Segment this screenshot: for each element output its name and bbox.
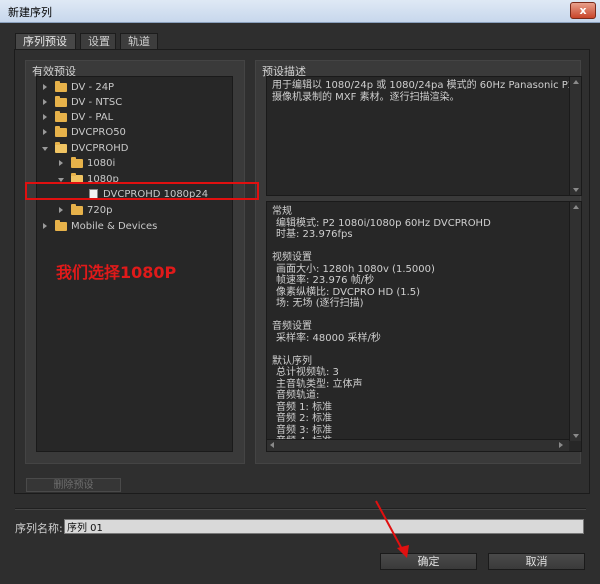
folder-icon xyxy=(55,96,67,107)
scroll-left-icon[interactable] xyxy=(270,442,274,448)
detail-line: 音频 2: 标准 xyxy=(276,413,333,424)
expand-arrow-icon[interactable] xyxy=(43,99,47,105)
tree-item-1080i[interactable]: 1080i xyxy=(37,156,232,171)
scroll-down-icon[interactable] xyxy=(573,434,579,438)
tree-item-720p[interactable]: 720p xyxy=(37,203,232,218)
divider xyxy=(15,508,586,510)
tree-item-mobile-devices[interactable]: Mobile & Devices xyxy=(37,219,232,234)
detail-line: 时基: 23.976fps xyxy=(276,229,353,240)
dialog-client: 序列预设 设置 轨道 有效预设 DV - 24P DV - NTSC DV - … xyxy=(0,23,600,584)
detail-line: 总计视频轨: 3 xyxy=(276,367,339,378)
detail-line: 音频轨道: xyxy=(276,390,320,401)
tree-item-dv-pal[interactable]: DV - PAL xyxy=(37,110,232,125)
close-button[interactable]: x xyxy=(570,2,596,19)
delete-preset-button[interactable]: 删除预设 xyxy=(26,478,121,492)
tree-item-dv-ntsc[interactable]: DV - NTSC xyxy=(37,95,232,110)
detail-line: 默认序列 xyxy=(272,355,312,367)
detail-line: 帧速率: 23.976 帧/秒 xyxy=(276,275,375,286)
detail-line: 常规 xyxy=(272,206,292,217)
detail-line: 音频 1: 标准 xyxy=(276,401,333,413)
detail-line xyxy=(272,241,562,253)
folder-icon xyxy=(55,220,67,231)
folder-icon xyxy=(55,81,67,92)
description-scrollbar[interactable] xyxy=(569,77,581,195)
tree-item-dvcpro50[interactable]: DVCPRO50 xyxy=(37,125,232,140)
detail-line xyxy=(272,344,562,356)
annotation-text: 我们选择1080P xyxy=(56,263,177,282)
sequence-name-label: 序列名称: xyxy=(15,522,63,535)
open-folder-icon xyxy=(55,142,67,153)
window-titlebar: 新建序列 x xyxy=(0,0,600,23)
tree-item-dvcprohd[interactable]: DVCPROHD xyxy=(37,141,232,156)
tab-settings[interactable]: 设置 xyxy=(80,33,116,49)
collapse-arrow-icon[interactable] xyxy=(42,147,48,151)
description-text-box[interactable]: 用于编辑以 1080/24p 或 1080/24pa 模式的 60Hz Pana… xyxy=(266,76,582,196)
detail-line: 主音轨类型: 立体声 xyxy=(276,378,363,390)
tree-item-label: DVCPRO50 xyxy=(71,127,126,138)
folder-icon xyxy=(71,157,83,168)
folder-icon xyxy=(71,204,83,215)
tree-item-label: DV - 24P xyxy=(71,82,115,93)
scroll-right-icon[interactable] xyxy=(559,442,563,448)
detail-line: 音频设置 xyxy=(272,321,312,332)
expand-arrow-icon[interactable] xyxy=(43,114,47,120)
detail-line: 像素纵横比: DVCPRO HD (1.5) xyxy=(276,286,421,298)
sequence-name-input[interactable] xyxy=(64,519,584,534)
expand-arrow-icon[interactable] xyxy=(43,84,47,90)
expand-arrow-icon[interactable] xyxy=(59,160,63,166)
cancel-button[interactable]: 取消 xyxy=(488,553,585,570)
scroll-down-icon[interactable] xyxy=(573,188,579,192)
detail-line: 采样率: 48000 采样/秒 xyxy=(276,332,381,344)
expand-arrow-icon[interactable] xyxy=(43,223,47,229)
detail-line: 场: 无场 (逐行扫描) xyxy=(276,298,364,309)
preset-details-text: 常规 编辑模式: P2 1080i/1080p 60Hz DVCPROHD 时基… xyxy=(272,206,562,448)
close-icon: x xyxy=(579,4,587,17)
selection-highlight-box xyxy=(25,182,259,200)
detail-line xyxy=(272,310,562,322)
window-title: 新建序列 xyxy=(8,6,52,19)
details-vertical-scrollbar[interactable] xyxy=(569,202,581,441)
tree-item-label: 1080i xyxy=(87,158,116,169)
tree-item-label: Mobile & Devices xyxy=(71,221,158,232)
details-horizontal-scrollbar[interactable] xyxy=(267,439,569,451)
preset-details-box[interactable]: 常规 编辑模式: P2 1080i/1080p 60Hz DVCPROHD 时基… xyxy=(266,201,582,452)
tree-item-label: 720p xyxy=(87,205,113,216)
folder-icon xyxy=(55,126,67,137)
tab-tracks[interactable]: 轨道 xyxy=(120,33,158,49)
tree-item-label: DV - PAL xyxy=(71,112,114,123)
detail-line: 编辑模式: P2 1080i/1080p 60Hz DVCPROHD xyxy=(276,217,491,229)
tree-item-label: DV - NTSC xyxy=(71,97,123,108)
detail-line: 画面大小: 1280h 1080v (1.5000) xyxy=(276,263,435,275)
detail-line: 音频 3: 标准 xyxy=(276,424,333,436)
scroll-up-icon[interactable] xyxy=(573,80,579,84)
tree-item-dv-24p[interactable]: DV - 24P xyxy=(37,80,232,95)
folder-icon xyxy=(55,111,67,122)
detail-line: 视频设置 xyxy=(272,252,312,263)
expand-arrow-icon[interactable] xyxy=(59,207,63,213)
ok-button[interactable]: 确定 xyxy=(380,553,477,570)
scroll-up-icon[interactable] xyxy=(573,205,579,209)
tree-item-label: DVCPROHD xyxy=(71,143,129,154)
expand-arrow-icon[interactable] xyxy=(43,129,47,135)
preset-description-group: 预设描述 用于编辑以 1080/24p 或 1080/24pa 模式的 60Hz… xyxy=(255,60,582,464)
description-text: 用于编辑以 1080/24p 或 1080/24pa 模式的 60Hz Pana… xyxy=(272,80,575,103)
